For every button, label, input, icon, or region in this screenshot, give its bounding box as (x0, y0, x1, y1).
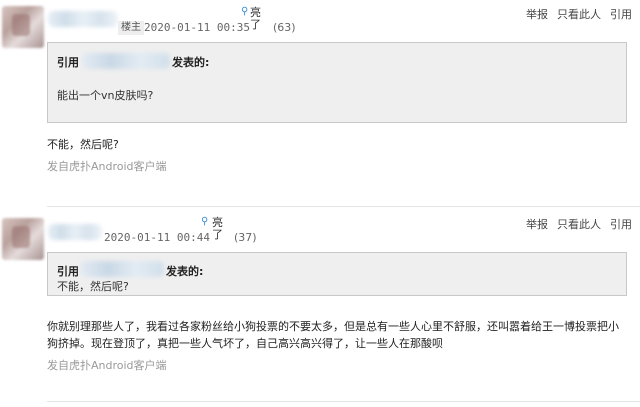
post-divider (47, 401, 640, 402)
only-this-user-link[interactable]: 只看此人 (557, 218, 601, 231)
lightbulb-icon[interactable]: ⚲ (201, 217, 208, 227)
quote-text: 不能，然后呢? (57, 280, 129, 293)
quote-link[interactable]: 引用 (610, 218, 632, 231)
post-actions: 举报 只看此人 引用 (517, 216, 632, 232)
client-source[interactable]: 发自虎扑Android客户端 (47, 357, 167, 373)
quote-suffix: 发表的: (166, 265, 204, 278)
post-body: 你就别理那些人了，我看过各家粉丝给小狗投票的不要太多，但是总有一些人心里不舒服，… (47, 320, 619, 350)
post-time: 2020-01-11 00:44 (104, 231, 210, 244)
username-blurred[interactable] (48, 224, 102, 240)
light-button[interactable]: 亮了 (212, 217, 226, 241)
avatar[interactable] (2, 218, 44, 260)
report-link[interactable]: 举报 (526, 218, 548, 231)
light-count: (37) (234, 231, 257, 244)
quote-box: 引用 发表的: 不能，然后呢? (47, 252, 627, 296)
reply-post-2: 2020-01-11 00:44 ⚲ 亮了 (37) 举报 只看此人 引用 引用 发… (0, 0, 640, 407)
quote-prefix: 引用 (57, 265, 79, 278)
quoted-username-blurred (80, 261, 164, 277)
